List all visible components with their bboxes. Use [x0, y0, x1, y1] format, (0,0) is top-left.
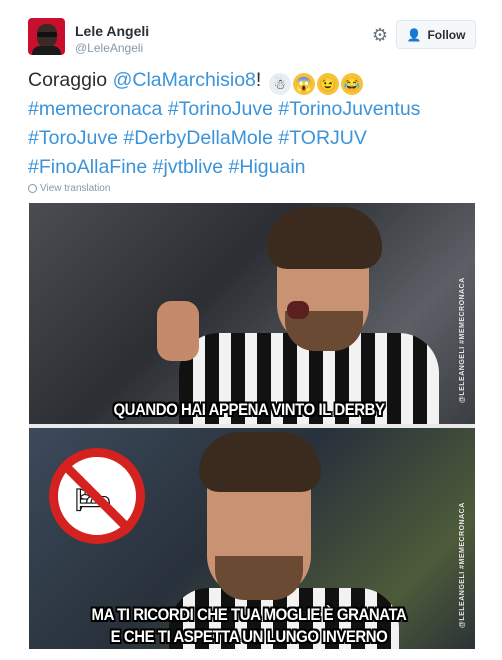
hashtag-link[interactable]: #memecronaca [28, 98, 162, 120]
user-handle[interactable]: @LeleAngeli [75, 41, 143, 55]
gear-icon[interactable]: ⚙ [370, 25, 390, 45]
caption-bottom: MA TI RICORDI CHE TUA MOGLIE È GRANATA E… [64, 604, 434, 648]
no-sleep-sign-icon: 🛏 [49, 448, 145, 544]
hashtag-link[interactable]: #jvtblive [153, 156, 223, 178]
player-hair [267, 207, 382, 269]
tweet-line-2: #memecronaca #TorinoJuve #TorinoJuventus [28, 95, 488, 124]
tweet-line-4: #FinoAllaFine #jvtblive #Higuain [28, 153, 488, 182]
follow-label: Follow [427, 27, 466, 42]
tweet-media-image[interactable]: QUANDO HAI APPENA VINTO IL DERBY @LELEAN… [29, 203, 475, 649]
hashtag-link[interactable]: #FinoAllaFine [28, 156, 147, 178]
tweet-line-1: Coraggio @ClaMarchisio8! ☃ 😱 😉 😂 [28, 66, 488, 95]
tweet-text-suffix: ! [255, 69, 262, 91]
avatar-collar [32, 46, 61, 55]
tweet-header: Lele Angeli @LeleAngeli ⚙ 👤 Follow [0, 0, 502, 64]
view-translation-link[interactable]: View translation [28, 183, 110, 194]
caption-top: QUANDO HAI APPENA VINTO IL DERBY [113, 400, 385, 419]
wink-emoji-icon: 😉 [316, 73, 339, 95]
hashtag-link[interactable]: #TorinoJuventus [278, 98, 420, 120]
tweet-text-prefix: Coraggio [28, 69, 113, 91]
player-mouth [287, 301, 309, 319]
snowman-emoji-icon: ☃ [268, 73, 291, 95]
mention-link[interactable]: @ClaMarchisio8 [113, 69, 256, 91]
scream-emoji-icon: 😱 [292, 73, 315, 95]
player-fist [157, 301, 199, 361]
meme-panel-top: QUANDO HAI APPENA VINTO IL DERBY @LELEAN… [29, 203, 475, 424]
avatar[interactable] [28, 18, 65, 55]
meme-panel-bottom: 🛏 MA TI RICORDI CHE TUA MOGLIE È GRANATA… [29, 428, 475, 649]
prohibition-slash [59, 459, 134, 535]
caption-bottom-line1: MA TI RICORDI CHE TUA MOGLIE È GRANATA [91, 605, 407, 624]
joy-emoji-icon: 😂 [340, 73, 363, 95]
follow-button[interactable]: 👤 Follow [396, 20, 476, 49]
hashtag-link[interactable]: #TORJUV [278, 127, 367, 149]
hashtag-link[interactable]: #TorinoJuve [168, 98, 273, 120]
player-hair [199, 432, 321, 492]
tweet-line-3: #ToroJuve #DerbyDellaMole #TORJUV [28, 124, 488, 153]
watermark-bottom: @LELEANGELI #MEMECRONACA [459, 502, 466, 628]
caption-bottom-line2: E CHE TI ASPETTA UN LUNGO INVERNO [110, 627, 388, 646]
hashtag-link[interactable]: #DerbyDellaMole [123, 127, 273, 149]
avatar-sunglasses [37, 32, 57, 37]
hashtag-link[interactable]: #ToroJuve [28, 127, 118, 149]
view-translation-label: View translation [40, 183, 111, 194]
globe-icon [28, 184, 37, 193]
user-name[interactable]: Lele Angeli [75, 23, 149, 39]
tweet-text: Coraggio @ClaMarchisio8! ☃ 😱 😉 😂 #memecrona… [28, 66, 488, 182]
watermark-top: @LELEANGELI #MEMECRONACA [459, 277, 466, 403]
user-plus-icon: 👤 [406, 27, 422, 42]
hashtag-link[interactable]: #Higuain [229, 156, 306, 178]
player-beard [215, 556, 303, 600]
